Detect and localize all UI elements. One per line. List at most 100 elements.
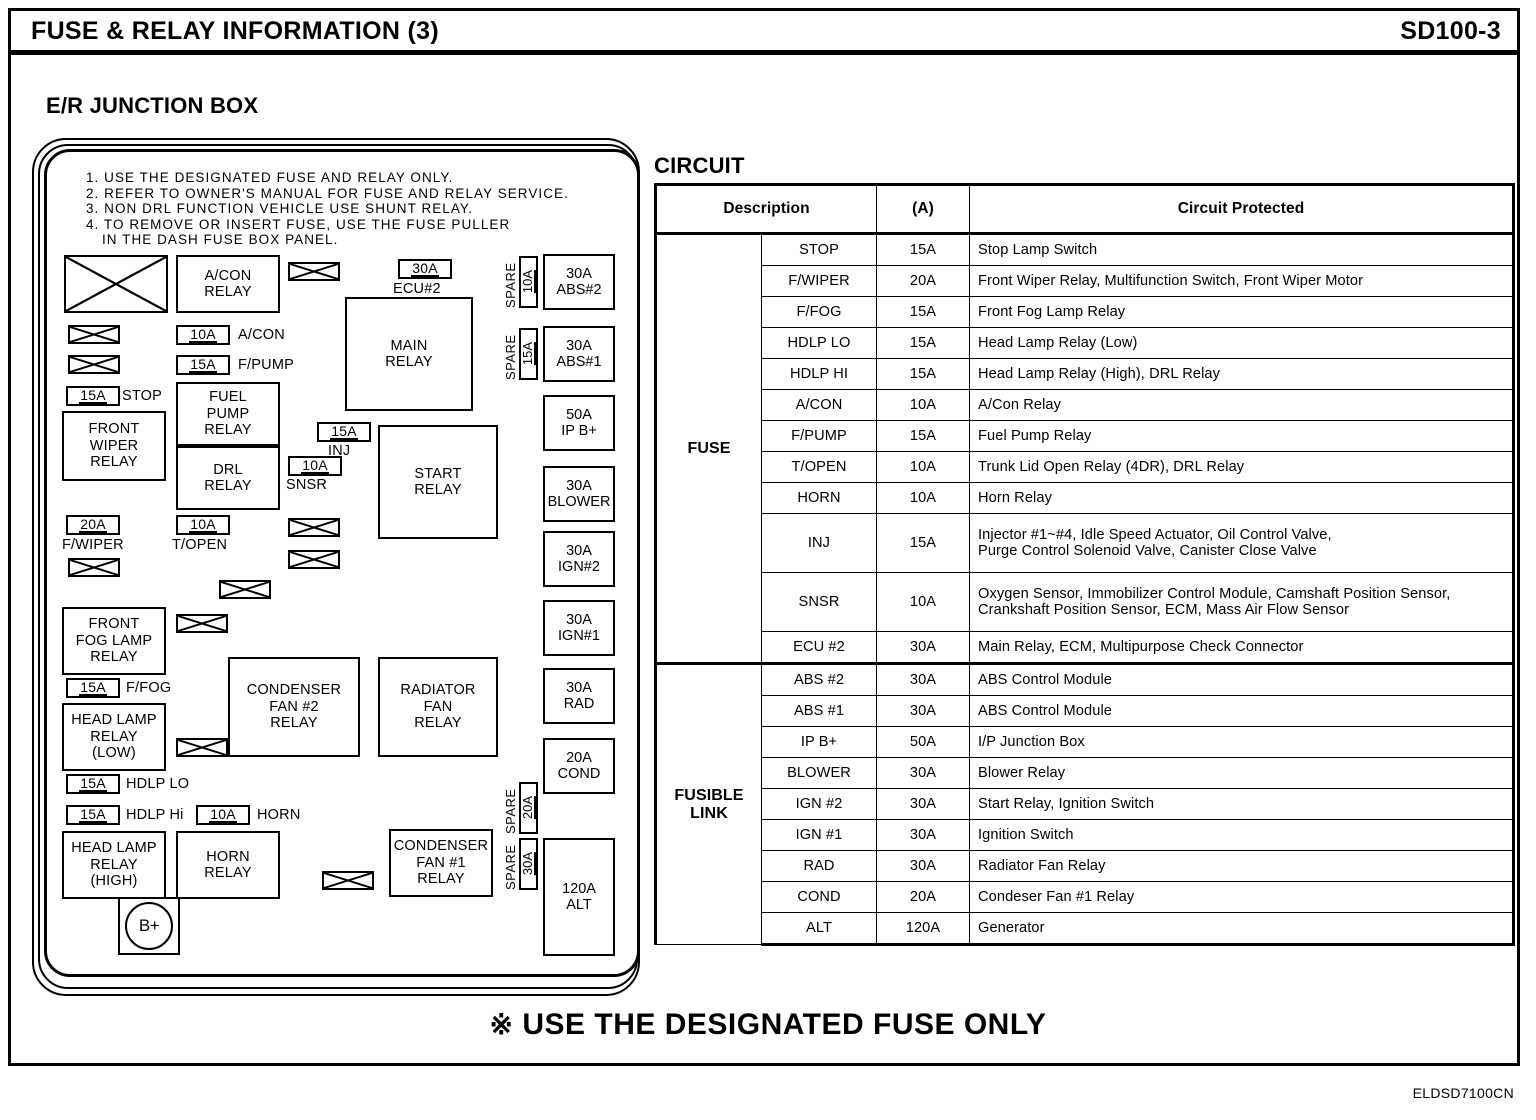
fuse-hdlp-lo[interactable]: 15A <box>66 774 120 794</box>
column-header-description: Description <box>654 183 877 235</box>
empty-fuse-slot-icon <box>68 355 120 374</box>
cell-description: F/WIPER <box>761 265 877 297</box>
table-row: F/FOG 15A Front Fog Lamp Relay <box>656 296 1515 328</box>
cell-circuit-protected: Fuel Pump Relay <box>969 420 1515 452</box>
table-row: HORN 10A Horn Relay <box>656 482 1515 514</box>
relay-acon-line2: RELAY <box>204 284 252 300</box>
fusible-link-ip-bplus[interactable]: 50A IP B+ <box>543 395 615 451</box>
circuit-table: Description (A) Circuit Protected FUSE ST… <box>654 183 1515 946</box>
relay-front-fog-line2: FOG LAMP <box>75 632 153 649</box>
relay-condenser-fan-1[interactable]: CONDENSER FAN #1 RELAY <box>389 829 493 897</box>
note-4: 4. TO REMOVE OR INSERT FUSE, USE THE FUS… <box>86 216 511 232</box>
relay-fuel-pump[interactable]: FUEL PUMP RELAY <box>176 382 280 446</box>
cell-amperage: 30A <box>876 631 970 664</box>
fusible-link-abs1[interactable]: 30A ABS#1 <box>543 326 615 382</box>
spare-fuse-30a[interactable]: 30A <box>519 838 538 890</box>
fuse-t-open[interactable]: 10A <box>176 515 230 535</box>
fusible-link-rad[interactable]: 30A RAD <box>543 668 615 724</box>
junction-box-notes: 1. USE THE DESIGNATED FUSE AND RELAY ONL… <box>86 170 626 248</box>
fuse-snsr[interactable]: 10A <box>288 456 342 476</box>
relay-main[interactable]: MAIN RELAY <box>345 297 473 411</box>
spare-label-2: SPARE <box>503 334 518 380</box>
spare-fuse-10a-amp: 10A <box>520 270 536 294</box>
fuse-f-pump[interactable]: 15A <box>176 355 230 375</box>
relay-acon[interactable]: A/CON RELAY <box>176 255 280 313</box>
cell-description: RAD <box>761 850 877 882</box>
relay-front-fog-line3: RELAY <box>90 649 138 666</box>
page-code: SD100-3 <box>1400 17 1501 45</box>
fuse-horn[interactable]: 10A <box>196 805 250 825</box>
table-row: BLOWER 30A Blower Relay <box>656 757 1515 789</box>
fusible-link-cond[interactable]: 20A COND <box>543 738 615 794</box>
relay-head-lamp-low[interactable]: HEAD LAMP RELAY (LOW) <box>62 703 166 771</box>
fuse-acon[interactable]: 10A <box>176 325 230 345</box>
relay-front-fog-lamp[interactable]: FRONT FOG LAMP RELAY <box>62 607 166 675</box>
relay-fuel-pump-line3: RELAY <box>204 422 252 439</box>
relay-acon-line1: A/CON <box>204 267 252 284</box>
cell-circuit-protected: Head Lamp Relay (Low) <box>969 327 1515 359</box>
fuse-hdlp-hi[interactable]: 15A <box>66 805 120 825</box>
fuse-snsr-amp: 10A <box>301 457 329 474</box>
fuse-acon-amp: 10A <box>189 326 217 343</box>
table-row: F/WIPER 20A Front Wiper Relay, Multifuncti… <box>656 265 1515 297</box>
cell-circuit-protected: Radiator Fan Relay <box>969 850 1515 882</box>
fuse-hdlp-hi-amp: 15A <box>79 806 107 823</box>
relay-condenser-fan-2[interactable]: CONDENSER FAN #2 RELAY <box>228 657 360 757</box>
relay-main-line2: RELAY <box>385 354 433 370</box>
cell-amperage: 10A <box>876 451 970 483</box>
fusible-link-ign1-name: IGN#1 <box>558 628 600 644</box>
fusible-link-alt-name: ALT <box>566 897 592 913</box>
fuse-f-fog-amp: 15A <box>79 679 107 696</box>
fuse-ecu2[interactable]: 30A <box>398 259 452 279</box>
fuse-f-fog[interactable]: 15A <box>66 678 120 698</box>
relay-front-wiper[interactable]: FRONT WIPER RELAY <box>62 411 166 481</box>
relay-main-line1: MAIN <box>390 337 428 354</box>
fusible-link-abs2-amp: 30A <box>566 265 592 282</box>
battery-terminal[interactable]: B+ <box>118 897 180 955</box>
fusible-link-ign1[interactable]: 30A IGN#1 <box>543 600 615 656</box>
fusible-link-abs2[interactable]: 30A ABS#2 <box>543 254 615 310</box>
relay-head-lamp-high[interactable]: HEAD LAMP RELAY (HIGH) <box>62 831 166 899</box>
fusible-link-abs1-name: ABS#1 <box>556 354 602 370</box>
fuse-f-wiper-label: F/WIPER <box>62 537 124 553</box>
column-header-amp: (A) <box>876 183 970 235</box>
cell-description: ABS #2 <box>761 662 877 696</box>
fusible-link-alt[interactable]: 120A ALT <box>543 838 615 956</box>
relay-head-lamp-low-line2: RELAY <box>90 728 138 745</box>
cell-description: IGN #1 <box>761 819 877 851</box>
cell-description: F/FOG <box>761 296 877 328</box>
relay-horn-line1: HORN <box>206 848 250 865</box>
footer-warning-text: USE THE DESIGNATED FUSE ONLY <box>522 1008 1047 1041</box>
relay-radiator-fan[interactable]: RADIATOR FAN RELAY <box>378 657 498 757</box>
relay-horn[interactable]: HORN RELAY <box>176 831 280 899</box>
empty-fuse-slot-icon <box>176 738 228 757</box>
fuse-stop[interactable]: 15A <box>66 386 120 406</box>
spare-fuse-10a[interactable]: 10A <box>519 256 538 308</box>
cell-circuit-protected: Stop Lamp Switch <box>969 233 1515 266</box>
fusible-link-blower[interactable]: 30A BLOWER <box>543 466 615 522</box>
cell-description: IP B+ <box>761 726 877 758</box>
fuse-f-wiper[interactable]: 20A <box>66 515 120 535</box>
cell-description: HORN <box>761 482 877 514</box>
cell-description: HDLP LO <box>761 327 877 359</box>
cell-circuit-protected: Main Relay, ECM, Multipurpose Check Conn… <box>969 631 1515 664</box>
row-group-label: FUSE <box>654 233 762 664</box>
cell-amperage: 10A <box>876 482 970 514</box>
row-group-label: FUSIBLE LINK <box>654 662 762 945</box>
spare-fuse-20a[interactable]: 20A <box>519 782 538 834</box>
empty-fuse-slot-icon <box>288 262 340 281</box>
relay-drl[interactable]: DRL RELAY <box>176 446 280 510</box>
spare-label-3: SPARE <box>503 788 518 834</box>
table-row: SNSR 10A Oxygen Sensor, Immobilizer Contro… <box>656 572 1515 632</box>
spare-fuse-15a[interactable]: 15A <box>519 328 538 380</box>
relay-start[interactable]: START RELAY <box>378 425 498 539</box>
fuse-inj[interactable]: 15A <box>317 422 371 442</box>
cell-description: STOP <box>761 233 877 266</box>
fuse-hdlp-hi-label: HDLP Hi <box>126 807 184 823</box>
fusible-link-cond-amp: 20A <box>566 749 592 766</box>
relay-condenser-fan-2-line3: RELAY <box>270 715 318 732</box>
cell-circuit-protected: Ignition Switch <box>969 819 1515 851</box>
fuse-stop-amp: 15A <box>79 387 107 404</box>
fuse-horn-amp: 10A <box>209 806 237 823</box>
fusible-link-ign2[interactable]: 30A IGN#2 <box>543 531 615 587</box>
